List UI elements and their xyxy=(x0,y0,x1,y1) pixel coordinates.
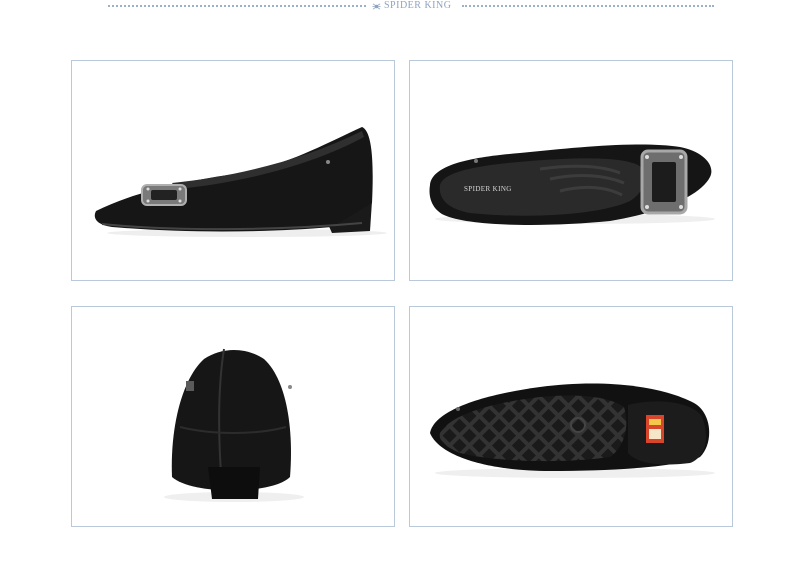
product-photo-top[interactable]: SPIDER KING xyxy=(409,60,733,281)
buckle xyxy=(141,184,187,206)
product-photo-back[interactable] xyxy=(71,306,395,527)
brand-title: SPIDER KING xyxy=(372,0,451,12)
product-photo-side[interactable] xyxy=(71,60,395,281)
brand-name: SPIDER KING xyxy=(384,0,452,11)
shoe-top-icon: SPIDER KING xyxy=(429,144,715,225)
shoe-side-icon xyxy=(94,127,387,237)
page-header: SPIDER KING xyxy=(0,0,790,14)
buckle xyxy=(640,149,688,215)
insole-brand: SPIDER KING xyxy=(464,185,512,193)
shoe-back-icon xyxy=(164,348,304,502)
product-photo-sole[interactable] xyxy=(409,306,733,527)
header-divider-right xyxy=(462,5,714,7)
spider-icon xyxy=(372,3,381,9)
shoe-sole-icon xyxy=(430,383,715,478)
header-divider-left xyxy=(108,5,366,7)
